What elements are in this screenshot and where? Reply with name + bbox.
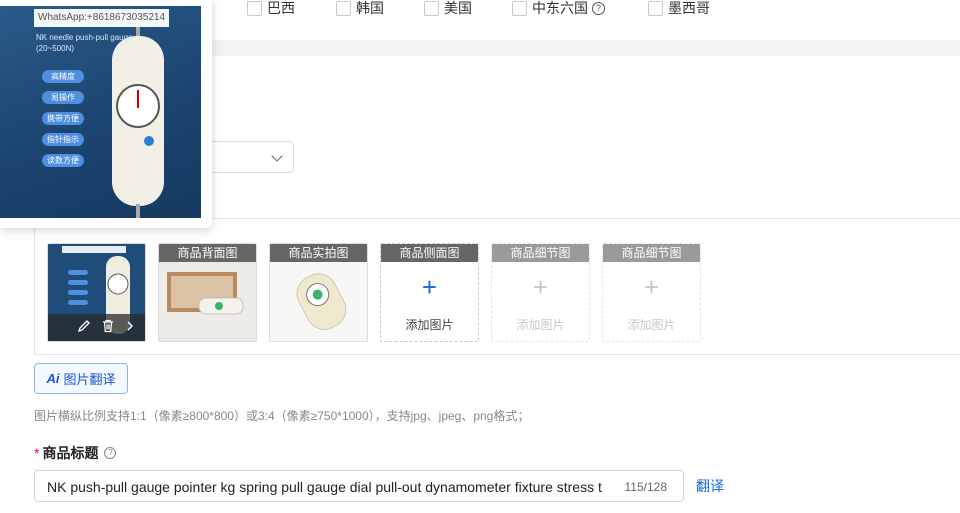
image-format-hint: 图片横纵比例支持1:1（像素≥800*800）或3:4（像素≥750*1000）… xyxy=(34,409,530,423)
image-slot-detail-1[interactable]: 商品细节图 + 添加图片 xyxy=(491,243,590,342)
country-option-usa[interactable]: 美国 xyxy=(424,0,472,16)
category-select[interactable] xyxy=(200,141,294,173)
plus-icon: + xyxy=(421,272,438,302)
country-label: 中东六国 xyxy=(532,0,588,16)
image-translate-button[interactable]: Ai 图片翻译 xyxy=(34,363,128,394)
title-label-text: 商品标题 xyxy=(42,445,99,461)
image-slot-back[interactable]: 商品背面图 xyxy=(158,243,257,342)
country-label: 韩国 xyxy=(356,0,384,16)
image-preview-popup: NK needle push-pull gauge (20~500N) 高精度 … xyxy=(0,0,212,228)
product-title-value[interactable]: NK push-pull gauge pointer kg spring pul… xyxy=(47,479,615,495)
image-translate-label: 图片翻译 xyxy=(63,372,116,387)
plus-icon: + xyxy=(643,272,660,302)
country-label: 墨西哥 xyxy=(668,0,710,16)
feature-badge: 高精度 xyxy=(42,70,84,83)
checkbox[interactable] xyxy=(336,0,351,16)
required-mark: * xyxy=(34,445,40,461)
feature-badge: 携带方便 xyxy=(42,112,84,125)
slot-header: 商品细节图 xyxy=(492,244,589,262)
title-field-label: * 商品标题 ? xyxy=(34,443,117,463)
plus-icon: + xyxy=(532,272,549,302)
preview-watermark: WhatsApp:+8618673035214 xyxy=(34,9,170,27)
checkbox[interactable] xyxy=(648,0,663,16)
country-option-mexico[interactable]: 墨西哥 xyxy=(648,0,710,16)
gauge-knob xyxy=(144,136,154,146)
checkbox[interactable] xyxy=(247,0,262,16)
preview-image: NK needle push-pull gauge (20~500N) 高精度 … xyxy=(0,6,201,218)
checkbox[interactable] xyxy=(424,0,439,16)
chevron-down-icon xyxy=(271,150,283,162)
slot-header: 商品细节图 xyxy=(603,244,700,262)
help-icon[interactable]: ? xyxy=(104,447,117,459)
image-action-bar xyxy=(48,314,145,341)
feature-badge: 易操作 xyxy=(42,91,84,104)
country-option-middle-east[interactable]: 中东六国 ? xyxy=(512,0,605,16)
country-option-brazil[interactable]: 巴西 xyxy=(247,0,295,16)
country-label: 巴西 xyxy=(267,0,295,16)
title-translate-link[interactable]: 翻译 xyxy=(696,476,724,496)
edit-icon[interactable] xyxy=(77,319,91,336)
trash-icon[interactable] xyxy=(101,319,115,336)
feature-badge: 读数方便 xyxy=(42,154,84,167)
country-option-korea[interactable]: 韩国 xyxy=(336,0,384,16)
slot-header: 商品背面图 xyxy=(159,244,256,262)
feature-badge: 指针指示 xyxy=(42,133,84,146)
help-icon[interactable]: ? xyxy=(592,1,605,15)
image-slot-photo[interactable]: 商品实拍图 xyxy=(269,243,368,342)
title-char-count: 115/128 xyxy=(624,480,668,494)
add-image-label: 添加图片 xyxy=(627,318,676,332)
country-label: 美国 xyxy=(444,0,472,16)
image-slot-detail-2[interactable]: 商品细节图 + 添加图片 xyxy=(602,243,701,342)
chevron-right-icon[interactable] xyxy=(125,320,135,335)
gauge-dial xyxy=(116,84,160,128)
add-image-label: 添加图片 xyxy=(405,318,454,332)
image-slot-main[interactable] xyxy=(47,243,146,342)
product-edit-page: 巴西 韩国 美国 中东六国 ? 墨西哥 商品背面图 商品实拍图 商品侧面图 + … xyxy=(0,0,960,513)
gauge-shaft xyxy=(136,204,140,218)
image-slot-side[interactable]: 商品侧面图 + 添加图片 xyxy=(380,243,479,342)
preview-product-name: NK needle push-pull gauge xyxy=(36,33,133,42)
checkbox[interactable] xyxy=(512,0,527,16)
slot-header: 商品侧面图 xyxy=(381,244,478,262)
product-title-input[interactable]: NK push-pull gauge pointer kg spring pul… xyxy=(34,470,684,502)
preview-range: (20~500N) xyxy=(36,44,75,53)
add-image-label: 添加图片 xyxy=(516,318,565,332)
slot-header: 商品实拍图 xyxy=(270,244,367,262)
ai-icon: Ai xyxy=(46,371,60,386)
